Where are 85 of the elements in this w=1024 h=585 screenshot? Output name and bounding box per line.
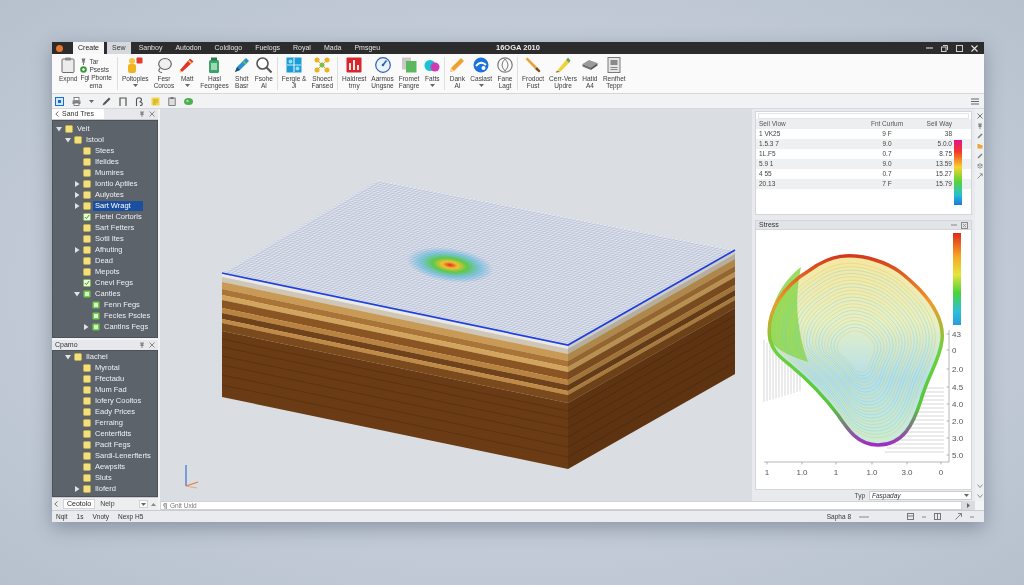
axis-tick-label: 2.0 [952, 365, 964, 374]
group-icon [83, 289, 91, 298]
pencil-icon [449, 57, 466, 73]
brush-icon [525, 57, 542, 73]
arch-icon[interactable] [119, 96, 127, 106]
pilcrow-icon [163, 502, 167, 509]
overlapping-circles-icon [424, 57, 441, 73]
axis-tick-label: 1.0 [796, 468, 808, 477]
caret-up-icon[interactable] [151, 502, 156, 506]
color-scale-bar [954, 140, 962, 205]
panel-icon[interactable] [907, 513, 914, 520]
caret-icon [141, 502, 146, 506]
clipboard-icon [60, 57, 77, 73]
pencil-icon[interactable] [976, 153, 983, 159]
grid-icon [286, 57, 303, 73]
ring-icon [80, 65, 88, 73]
person-icon [127, 57, 144, 73]
caret-icon [964, 494, 969, 497]
menu-icon[interactable] [971, 97, 979, 105]
group-icon [92, 300, 100, 309]
axis-tick-label: 3.0 [901, 468, 913, 477]
pin-icon [80, 57, 88, 65]
pencil-icon[interactable] [102, 96, 111, 106]
diagonal-arrow-icon[interactable] [976, 173, 983, 179]
axis-tick-label: 1.0 [866, 468, 878, 477]
pin-icon[interactable] [139, 111, 145, 117]
maximize-icon[interactable] [956, 44, 963, 52]
beta-icon[interactable] [135, 96, 143, 106]
crayon-icon [179, 57, 196, 73]
chevron-left-icon[interactable] [54, 501, 58, 507]
bar-chart-icon [346, 57, 363, 73]
pages-icon [401, 57, 418, 73]
gauge-icon [374, 57, 391, 73]
marker-icon [555, 57, 571, 73]
document-icon [606, 57, 623, 73]
search-icon [255, 57, 272, 73]
panel-icon[interactable] [934, 513, 941, 520]
panel-menu-button[interactable] [139, 500, 148, 508]
pencil-icon[interactable] [976, 133, 983, 139]
printer-icon[interactable] [72, 96, 81, 106]
restore-icon[interactable] [941, 44, 948, 52]
command-button[interactable] [962, 501, 975, 510]
axis-tick-label: 4.5 [952, 383, 964, 392]
pin-icon[interactable] [976, 123, 983, 129]
caret-down-icon[interactable] [74, 290, 80, 297]
nodes-icon [314, 57, 331, 73]
axis-tick-label: 1 [764, 468, 770, 477]
caret-right-icon[interactable] [74, 246, 80, 253]
group-icon [92, 311, 100, 320]
caret-right-icon [967, 503, 970, 508]
axis-tick-label: 5.0 [952, 451, 964, 460]
pen-icon [233, 57, 250, 73]
slab-icon [581, 57, 598, 73]
caret-down-icon[interactable] [56, 125, 62, 132]
axis-tick-label: 0 [938, 468, 944, 477]
axis-tick-label: 1 [833, 468, 839, 477]
axis-tick-label: 3.0 [952, 434, 964, 443]
expand-icon[interactable] [955, 513, 962, 520]
select-icon[interactable] [55, 96, 64, 106]
checklist-icon [83, 278, 91, 287]
caret-right-icon[interactable] [83, 323, 89, 330]
group-icon [92, 322, 100, 331]
caret-right-icon[interactable] [74, 180, 80, 187]
filter-field[interactable] [758, 113, 969, 119]
oval-icon[interactable] [184, 97, 193, 105]
caret-icon[interactable] [89, 99, 94, 103]
chevron-left-icon [55, 111, 59, 117]
caret-right-icon[interactable] [74, 202, 80, 209]
globe-icon [497, 57, 514, 73]
axis-tick-label: 4.0 [952, 400, 964, 409]
caret-right-icon[interactable] [74, 191, 80, 198]
pin-icon[interactable] [139, 342, 145, 348]
layers-icon[interactable] [976, 163, 983, 169]
swirl-icon [473, 57, 490, 73]
app-logo-icon [56, 44, 63, 52]
axis-triad-icon [185, 464, 199, 489]
clipboard-icon[interactable] [168, 96, 176, 106]
axis-tick-label: 2.0 [952, 417, 964, 426]
caret-down-icon[interactable] [65, 136, 71, 143]
caret-down-icon[interactable] [65, 353, 71, 360]
axis-tick-label: 0 [952, 346, 957, 355]
checklist-icon [83, 212, 91, 221]
axis-tick-label: 43 [952, 330, 961, 339]
caret-right-icon[interactable] [74, 485, 80, 492]
lasso-icon [155, 57, 172, 73]
